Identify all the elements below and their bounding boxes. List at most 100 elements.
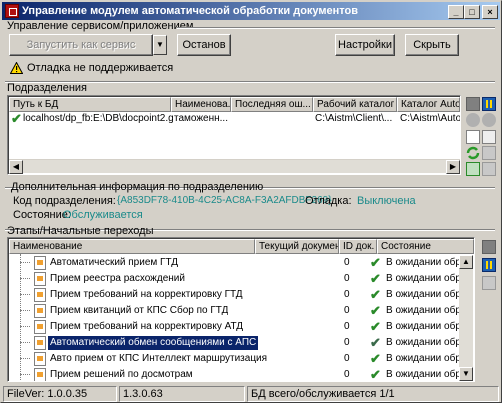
stage-name: Автоматический прием ГТД <box>50 257 179 268</box>
vertical-scrollbar[interactable] <box>459 269 473 367</box>
status-version: 1.3.0.63 <box>119 386 245 402</box>
code-value: {A853DF78-410B-4C25-AC8A-F3A2AFDBF269} <box>117 195 332 206</box>
app-icon <box>5 4 19 18</box>
stop-square-icon[interactable] <box>466 97 480 111</box>
list-item[interactable]: Прием требований на корректировку АТД 0 ✔ В… <box>20 319 474 335</box>
title-bar[interactable]: Управление модулем автоматической обрабо… <box>2 2 500 20</box>
start-as-service-button[interactable]: Запустить как сервис <box>9 34 153 56</box>
stage-id: 0 <box>344 289 350 300</box>
check-icon[interactable] <box>466 162 480 176</box>
check-icon: ✔ <box>370 351 381 366</box>
scroll-right-icon[interactable]: ▶ <box>446 160 460 174</box>
settings-gear-icon[interactable] <box>466 113 480 127</box>
stage-id: 0 <box>344 257 350 268</box>
check-icon: ✔ <box>370 335 381 350</box>
stage-name: Прием реестра расхождений <box>50 273 185 284</box>
status-filever: FileVer: 1.0.0.35 <box>3 386 117 402</box>
stage-name: Прием требований на корректировку АТД <box>50 321 244 332</box>
stages-tree[interactable]: Наименование Текущий документ ID док. Со… <box>7 237 475 382</box>
debug-value: Выключена <box>357 195 416 207</box>
stage-id: 0 <box>344 369 350 380</box>
document-icon <box>34 368 46 381</box>
refresh-icon[interactable] <box>466 146 480 160</box>
stage-name: Автоматический обмен сообщениями с АПС <box>48 336 259 350</box>
document-icon <box>34 320 46 334</box>
list-item-selected[interactable]: Автоматический обмен сообщениями с АПС 0 ✔… <box>20 335 474 351</box>
stop-square-icon[interactable] <box>482 240 496 254</box>
column-header[interactable]: Каталог Autof... <box>397 97 460 112</box>
window-title: Управление модулем автоматической обрабо… <box>22 5 359 17</box>
check-icon: ✔ <box>11 111 22 126</box>
divider <box>177 27 495 29</box>
main-window: Управление модулем автоматической обрабо… <box>0 0 502 403</box>
status-db-count: БД всего/обслуживается 1/1 <box>247 386 499 402</box>
hide-button[interactable]: Скрыть <box>405 34 459 56</box>
document-icon <box>34 352 46 366</box>
settings-button[interactable]: Настройки <box>335 34 395 56</box>
list-item[interactable]: Прием решений по досмотрам 0 ✔ В ожидании о… <box>20 367 474 382</box>
division-name: таможенн... <box>174 113 228 124</box>
work-dir: C:\Aistm\Client\... <box>315 113 393 124</box>
close-button[interactable]: × <box>482 5 498 19</box>
column-header[interactable]: Состояние <box>377 239 474 254</box>
stage-name: Прием решений по досмотрам <box>50 369 193 380</box>
document-icon[interactable] <box>466 130 480 144</box>
divisions-table[interactable]: Путь к БД Наименова... Последняя ош... Р… <box>7 95 461 175</box>
document-icon <box>34 256 46 270</box>
stage-name: Прием квитанций от КПС Сбор по ГТД <box>50 305 229 316</box>
comment-icon[interactable] <box>482 276 496 290</box>
pause-icon[interactable] <box>482 97 496 111</box>
check-icon: ✔ <box>370 303 381 318</box>
column-header[interactable]: Последняя ош... <box>231 97 313 112</box>
service-group-label: Управление сервисом/приложением <box>7 20 194 32</box>
code-label: Код подразделения: <box>13 195 116 207</box>
exchange-icon <box>34 336 46 350</box>
document-icon <box>34 304 46 318</box>
comment-icon[interactable] <box>482 146 496 160</box>
column-header[interactable]: Наименование <box>9 239 255 254</box>
stage-id: 0 <box>344 337 350 348</box>
column-header[interactable]: Текущий документ <box>255 239 339 254</box>
column-header[interactable]: Наименова... <box>171 97 231 112</box>
column-header[interactable]: ID док. <box>339 239 377 254</box>
state-value: Обслуживается <box>63 209 143 221</box>
table-row[interactable]: ✔ localhost/dp_fb:E:\DB\docpoint2.gdb та… <box>9 112 460 127</box>
check-icon: ✔ <box>370 367 381 382</box>
chevron-down-icon[interactable]: ▼ <box>153 35 167 55</box>
column-header[interactable]: Рабочий каталог <box>313 97 397 112</box>
scroll-down-icon[interactable]: ▼ <box>459 367 473 381</box>
info-group-label: Дополнительная информация по подразделен… <box>11 181 264 193</box>
scroll-up-icon[interactable]: ▲ <box>459 255 473 269</box>
document-icon <box>34 272 46 286</box>
settings-gear-icon[interactable] <box>482 113 496 127</box>
list-item[interactable]: Прием квитанций от КПС Сбор по ГТД 0 ✔ В ож… <box>20 303 474 319</box>
warning-icon <box>10 62 23 74</box>
list-item[interactable]: Автоматический прием ГТД 0 ✔ В ожидании обр… <box>20 255 474 271</box>
stage-name: Авто прием от КПС Интеллект маршрутизаци… <box>50 353 268 364</box>
properties-icon[interactable] <box>482 130 496 144</box>
maximize-button[interactable]: □ <box>464 5 480 19</box>
stage-id: 0 <box>344 321 350 332</box>
autof-dir: C:\Aistm\Autof... <box>400 113 460 124</box>
scroll-left-icon[interactable]: ◀ <box>9 160 23 174</box>
tree-line <box>20 254 21 381</box>
column-header[interactable]: Путь к БД <box>9 97 171 112</box>
stage-id: 0 <box>344 273 350 284</box>
list-item[interactable]: Прием требований на корректировку ГТД 0 ✔ В… <box>20 287 474 303</box>
stage-id: 0 <box>344 305 350 316</box>
stage-name: Прием требований на корректировку ГТД <box>50 289 243 300</box>
stages-group-label: Этапы/Начальные переходы <box>7 225 154 237</box>
document-icon <box>34 288 46 302</box>
warning-text: Отладка не поддерживается <box>27 62 174 74</box>
check-icon: ✔ <box>370 255 381 270</box>
minimize-button[interactable]: _ <box>448 5 464 19</box>
horizontal-scrollbar[interactable]: ◀ ▶ <box>9 159 460 174</box>
list-item[interactable]: Авто прием от КПС Интеллект маршрутизаци… <box>20 351 474 367</box>
list-item[interactable]: Прием реестра расхождений 0 ✔ В ожидании об… <box>20 271 474 287</box>
check-icon: ✔ <box>370 271 381 286</box>
comment-icon[interactable] <box>482 162 496 176</box>
pause-icon[interactable] <box>482 258 496 272</box>
stop-button[interactable]: Останов <box>177 34 231 56</box>
check-icon: ✔ <box>370 319 381 334</box>
debug-label: Отладка: <box>305 195 352 207</box>
